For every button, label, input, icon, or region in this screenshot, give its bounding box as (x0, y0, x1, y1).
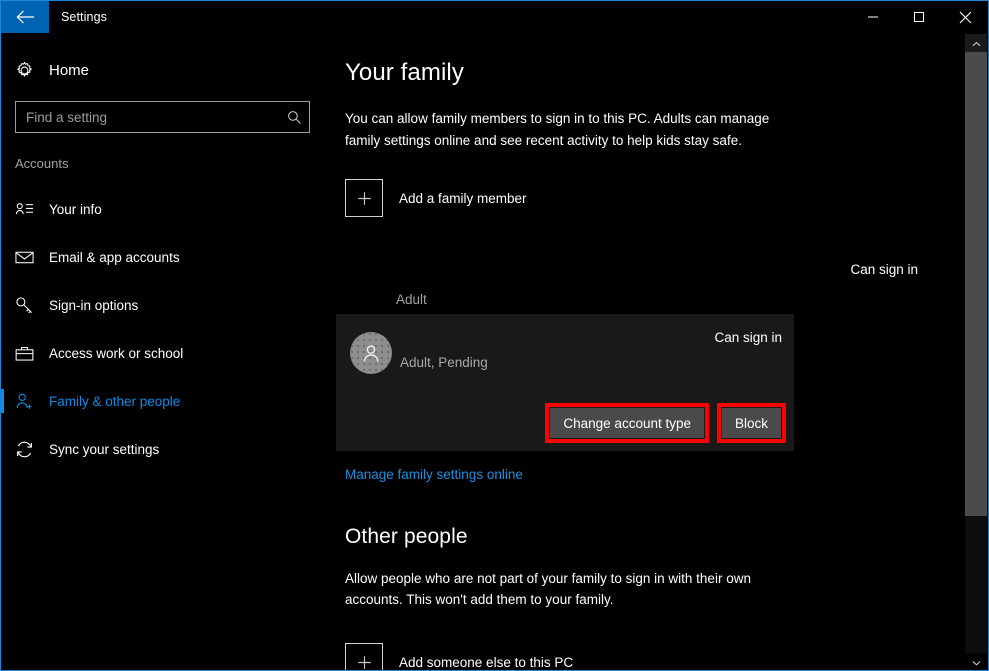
scroll-thumb[interactable] (965, 52, 987, 516)
scroll-up-button[interactable] (965, 34, 987, 52)
title-bar: Settings (1, 1, 988, 33)
sidebar-section-label: Accounts (15, 156, 69, 171)
sync-icon (15, 440, 49, 459)
manage-family-settings-link[interactable]: Manage family settings online (345, 467, 523, 482)
add-family-member-label: Add a family member (399, 190, 527, 206)
window-title: Settings (61, 10, 107, 24)
envelope-icon (15, 250, 49, 265)
gear-icon (15, 61, 49, 80)
add-family-member-button[interactable]: Add a family member (345, 179, 527, 217)
chevron-up-icon (972, 34, 981, 52)
sidebar-item-home[interactable]: Home (1, 52, 331, 88)
briefcase-icon (15, 345, 49, 362)
sidebar-item-label: Family & other people (49, 393, 181, 409)
close-icon (959, 11, 972, 24)
plus-icon (345, 643, 383, 670)
plus-icon (345, 179, 383, 217)
sidebar-item-label: Email & app accounts (49, 249, 180, 265)
block-highlight: Block (716, 403, 786, 443)
add-someone-else-button[interactable]: Add someone else to this PC (345, 643, 574, 670)
maximize-icon (913, 11, 925, 23)
scroll-track-lower[interactable] (965, 516, 987, 653)
back-arrow-icon (16, 10, 35, 24)
family-description: You can allow family members to sign in … (345, 111, 770, 148)
change-account-type-button[interactable]: Change account type (550, 408, 704, 438)
search-input[interactable] (16, 102, 279, 132)
other-people-title: Other people (345, 525, 468, 548)
sidebar-item-email-app-accounts[interactable]: Email & app accounts (1, 233, 331, 281)
search-box[interactable] (15, 101, 310, 133)
window-controls (850, 1, 988, 33)
change-account-type-highlight: Change account type (545, 403, 709, 443)
sidebar-nav-list: Your info Email & app accounts Sign-in o… (1, 185, 331, 473)
account-actions: Change account type Block (545, 403, 786, 443)
sidebar-home-label: Home (49, 61, 90, 79)
sidebar-item-your-info[interactable]: Your info (1, 185, 331, 233)
contact-card-icon (15, 201, 49, 217)
minimize-button[interactable] (850, 1, 896, 33)
maximize-button[interactable] (896, 1, 942, 33)
pending-invite-status: Can sign in (850, 262, 918, 277)
sidebar: Home Accounts You (1, 33, 331, 670)
sidebar-item-family-other-people[interactable]: Family & other people (1, 377, 331, 425)
sidebar-item-label: Sync your settings (49, 441, 160, 457)
add-someone-else-label: Add someone else to this PC (399, 654, 574, 670)
content-pane: Your family You can allow family members… (331, 33, 966, 670)
sidebar-item-sync-your-settings[interactable]: Sync your settings (1, 425, 331, 473)
other-people-description: Allow people who are not part of your fa… (345, 571, 751, 607)
person-add-icon (15, 392, 49, 411)
family-account-card[interactable]: Can sign in Adult, Pending Change accoun… (336, 314, 794, 451)
account-status: Can sign in (714, 330, 782, 345)
minimize-icon (867, 11, 879, 23)
account-subtitle: Adult, Pending (400, 355, 488, 370)
vertical-scrollbar[interactable] (965, 34, 987, 670)
key-icon (15, 296, 49, 315)
sidebar-item-label: Sign-in options (49, 297, 139, 313)
page-title: Your family (345, 59, 464, 86)
sidebar-item-sign-in-options[interactable]: Sign-in options (1, 281, 331, 329)
sidebar-item-label: Your info (49, 201, 102, 217)
back-button[interactable] (1, 1, 49, 33)
search-icon[interactable] (279, 110, 309, 125)
block-button[interactable]: Block (721, 408, 781, 438)
person-avatar-icon (350, 332, 392, 374)
settings-window: Settings Home Find a setting Accounts Yo… (0, 0, 989, 671)
family-group-label: Adult (396, 292, 427, 307)
chevron-down-icon (972, 653, 981, 670)
scroll-down-button[interactable] (965, 653, 987, 670)
sidebar-item-label: Access work or school (49, 345, 184, 361)
close-button[interactable] (942, 1, 988, 33)
sidebar-item-access-work-or-school[interactable]: Access work or school (1, 329, 331, 377)
